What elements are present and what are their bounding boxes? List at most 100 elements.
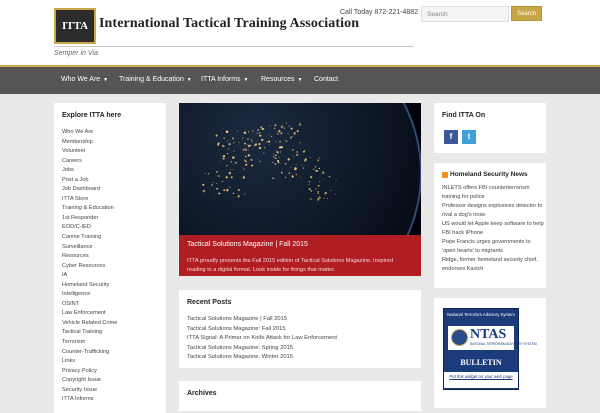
explore-link[interactable]: Homeland Security xyxy=(62,281,117,291)
city-light xyxy=(291,175,294,178)
homeland-news-link[interactable]: Professor designs explosives detector to… xyxy=(442,202,544,220)
ntas-bulletin-badge[interactable]: National Terrorism Advisory System NTAS … xyxy=(443,308,537,390)
city-light xyxy=(260,126,263,129)
city-light xyxy=(326,197,328,199)
recent-post-link[interactable]: Tactical Solutions Magazine: Fall 2015 xyxy=(187,325,337,335)
explore-link[interactable]: 1st Responder xyxy=(62,214,117,224)
homeland-news-link[interactable]: Ridge, former homeland security chief, e… xyxy=(442,256,544,274)
city-light xyxy=(308,183,310,185)
site-tagline: Semper in Via xyxy=(54,50,98,57)
city-light xyxy=(226,153,229,155)
explore-link[interactable]: Volunteer xyxy=(62,147,117,157)
city-light xyxy=(258,143,261,146)
explore-link[interactable]: Cyber Resources xyxy=(62,262,117,272)
ntas-widget-link[interactable]: Put this widget on your web page xyxy=(444,372,518,388)
city-light xyxy=(250,144,252,146)
explore-link[interactable]: OSINT xyxy=(62,300,117,310)
explore-link[interactable]: Surveillance xyxy=(62,243,117,253)
ntas-logo-subtitle: NATIONAL TERRORISM ADVISORY SYSTEM xyxy=(470,342,537,346)
city-light xyxy=(225,130,229,134)
nav-who-we-are[interactable]: Who We Are ▼ xyxy=(61,67,108,94)
explore-link[interactable]: Counter-Trafficking xyxy=(62,348,117,358)
city-light xyxy=(221,144,225,148)
nav-training-education[interactable]: Training & Education ▼ xyxy=(119,67,192,94)
explore-link[interactable]: Intelligence xyxy=(62,290,117,300)
recent-post-link[interactable]: Tactical Solutions Magazine | Fall 2015 xyxy=(187,315,337,325)
city-light xyxy=(308,181,311,183)
city-light xyxy=(304,158,308,161)
explore-link[interactable]: Job Dashboard xyxy=(62,185,117,195)
city-light xyxy=(291,149,294,151)
nav-resources[interactable]: Resources ▼ xyxy=(261,67,302,94)
city-light xyxy=(273,155,275,158)
explore-link[interactable]: Privacy Policy xyxy=(62,367,117,377)
explore-link[interactable]: Links xyxy=(62,357,117,367)
homeland-news-title[interactable]: Homeland Security News xyxy=(450,171,528,178)
explore-link[interactable]: Post a Job xyxy=(62,176,117,186)
city-light xyxy=(296,153,299,157)
explore-link[interactable]: Law Enforcement xyxy=(62,309,117,319)
search-button[interactable]: Search xyxy=(511,6,542,21)
city-light xyxy=(243,193,246,195)
city-light xyxy=(241,137,244,139)
homeland-news-link[interactable]: Pope Francis urges governments to 'open … xyxy=(442,238,544,256)
explore-link[interactable]: Terrorism xyxy=(62,338,117,348)
city-light xyxy=(317,184,320,187)
explore-link[interactable]: Training & Education xyxy=(62,204,117,214)
city-light xyxy=(248,144,251,148)
city-light xyxy=(318,196,321,199)
city-light xyxy=(217,143,220,146)
city-light xyxy=(258,134,261,137)
city-light xyxy=(225,176,228,179)
explore-link[interactable]: Tactical Training xyxy=(62,328,117,338)
homeland-news-link[interactable]: US would let Apple keep software to help… xyxy=(442,220,544,238)
city-light xyxy=(284,176,287,179)
site-title[interactable]: International Tactical Training Associat… xyxy=(99,16,359,32)
twitter-icon[interactable]: t xyxy=(462,130,476,144)
explore-link[interactable]: Membership xyxy=(62,138,117,148)
city-light xyxy=(238,194,240,197)
city-light xyxy=(317,159,319,162)
explore-link[interactable]: ITTA Store xyxy=(62,195,117,205)
explore-link[interactable]: Canine Training xyxy=(62,233,117,243)
search-input[interactable]: Search xyxy=(421,6,509,22)
ntas-top-text: National Terrorism Advisory System xyxy=(447,312,515,317)
explore-link[interactable]: Security Issue xyxy=(62,386,117,396)
explore-link[interactable]: EOD/C-IED xyxy=(62,223,117,233)
city-light xyxy=(237,130,238,132)
explore-link[interactable]: ITTA Informs xyxy=(62,395,117,405)
city-light xyxy=(290,166,292,168)
earth-at-night-image[interactable] xyxy=(179,103,421,235)
facebook-icon[interactable]: f xyxy=(444,130,458,144)
feature-title[interactable]: Tactical Solutions Magazine | Fall 2015 xyxy=(187,241,308,248)
homeland-news-link[interactable]: INLETS offers FBI counterterrorism train… xyxy=(442,184,544,202)
recent-post-link[interactable]: Tactical Solutions Magazine: Spring 2015 xyxy=(187,344,337,354)
city-light xyxy=(247,138,249,140)
city-light xyxy=(202,189,206,193)
explore-link[interactable]: Vehicle Related Crime xyxy=(62,319,117,329)
city-light xyxy=(328,175,331,178)
city-light xyxy=(233,150,235,152)
city-light xyxy=(202,183,205,186)
city-light xyxy=(330,189,332,191)
nav-label: Contact xyxy=(314,76,339,83)
nav-contact[interactable]: Contact xyxy=(314,67,338,94)
rss-icon[interactable] xyxy=(442,172,448,178)
city-light xyxy=(219,161,221,163)
nav-itta-informs[interactable]: ITTA Informs ▼ xyxy=(201,67,249,94)
explore-link[interactable]: Careers xyxy=(62,157,117,167)
city-light xyxy=(294,168,297,171)
recent-post-link[interactable]: Tactical Solutions Magazine: Winter 2015 xyxy=(187,353,337,363)
city-light xyxy=(280,125,284,128)
explore-link[interactable]: Copyright Issue xyxy=(62,376,117,386)
explore-link[interactable]: IA xyxy=(62,271,117,281)
featured-post[interactable]: Tactical Solutions Magazine | Fall 2015 … xyxy=(179,103,421,276)
itta-logo[interactable]: ITTA xyxy=(54,8,96,44)
city-light xyxy=(228,171,232,175)
explore-link[interactable]: Jobs xyxy=(62,166,117,176)
explore-link[interactable]: Who We Are xyxy=(62,128,117,138)
explore-link[interactable]: Resources xyxy=(62,252,117,262)
recent-post-link[interactable]: ITTA Signal: A Primer on Knife Attack fo… xyxy=(187,334,337,344)
nav-label: Training & Education xyxy=(119,76,184,83)
city-light xyxy=(233,142,235,144)
